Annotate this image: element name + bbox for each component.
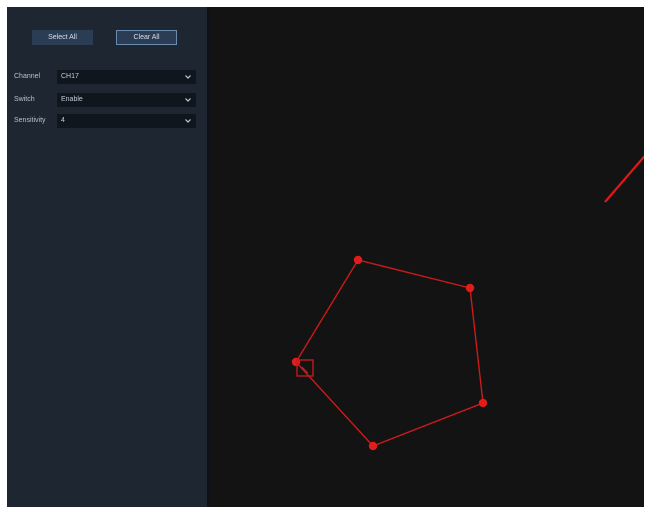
- channel-value: CH17: [61, 73, 79, 80]
- chevron-down-icon: [185, 119, 191, 123]
- switch-select[interactable]: Enable: [57, 93, 196, 107]
- drawing-line: [604, 155, 644, 203]
- sensitivity-row: Sensitivity 4: [7, 114, 207, 128]
- detection-canvas[interactable]: [209, 7, 644, 507]
- detection-region[interactable]: [295, 259, 484, 447]
- switch-label: Switch: [14, 96, 35, 103]
- vertex-handle-icon[interactable]: [368, 441, 378, 451]
- vertex-handle-icon[interactable]: [478, 398, 488, 408]
- sensitivity-label: Sensitivity: [14, 117, 46, 124]
- switch-value: Enable: [61, 96, 83, 103]
- chevron-down-icon: [185, 98, 191, 102]
- clear-all-button[interactable]: Clear All: [116, 30, 177, 45]
- channel-row: Channel CH17: [7, 70, 207, 84]
- channel-select[interactable]: CH17: [57, 70, 196, 84]
- vertex-handle-icon[interactable]: [291, 357, 301, 367]
- sensitivity-value: 4: [61, 117, 65, 124]
- app-window: Select All Clear All Channel CH17 Switch…: [7, 7, 644, 507]
- chevron-down-icon: [185, 75, 191, 79]
- channel-label: Channel: [14, 73, 41, 80]
- vertex-handle-icon[interactable]: [465, 283, 475, 293]
- select-all-button[interactable]: Select All: [32, 30, 93, 45]
- sensitivity-select[interactable]: 4: [57, 114, 196, 128]
- vertex-handle-icon[interactable]: [353, 255, 363, 265]
- switch-row: Switch Enable: [7, 93, 207, 107]
- settings-panel: Select All Clear All Channel CH17 Switch…: [7, 7, 207, 507]
